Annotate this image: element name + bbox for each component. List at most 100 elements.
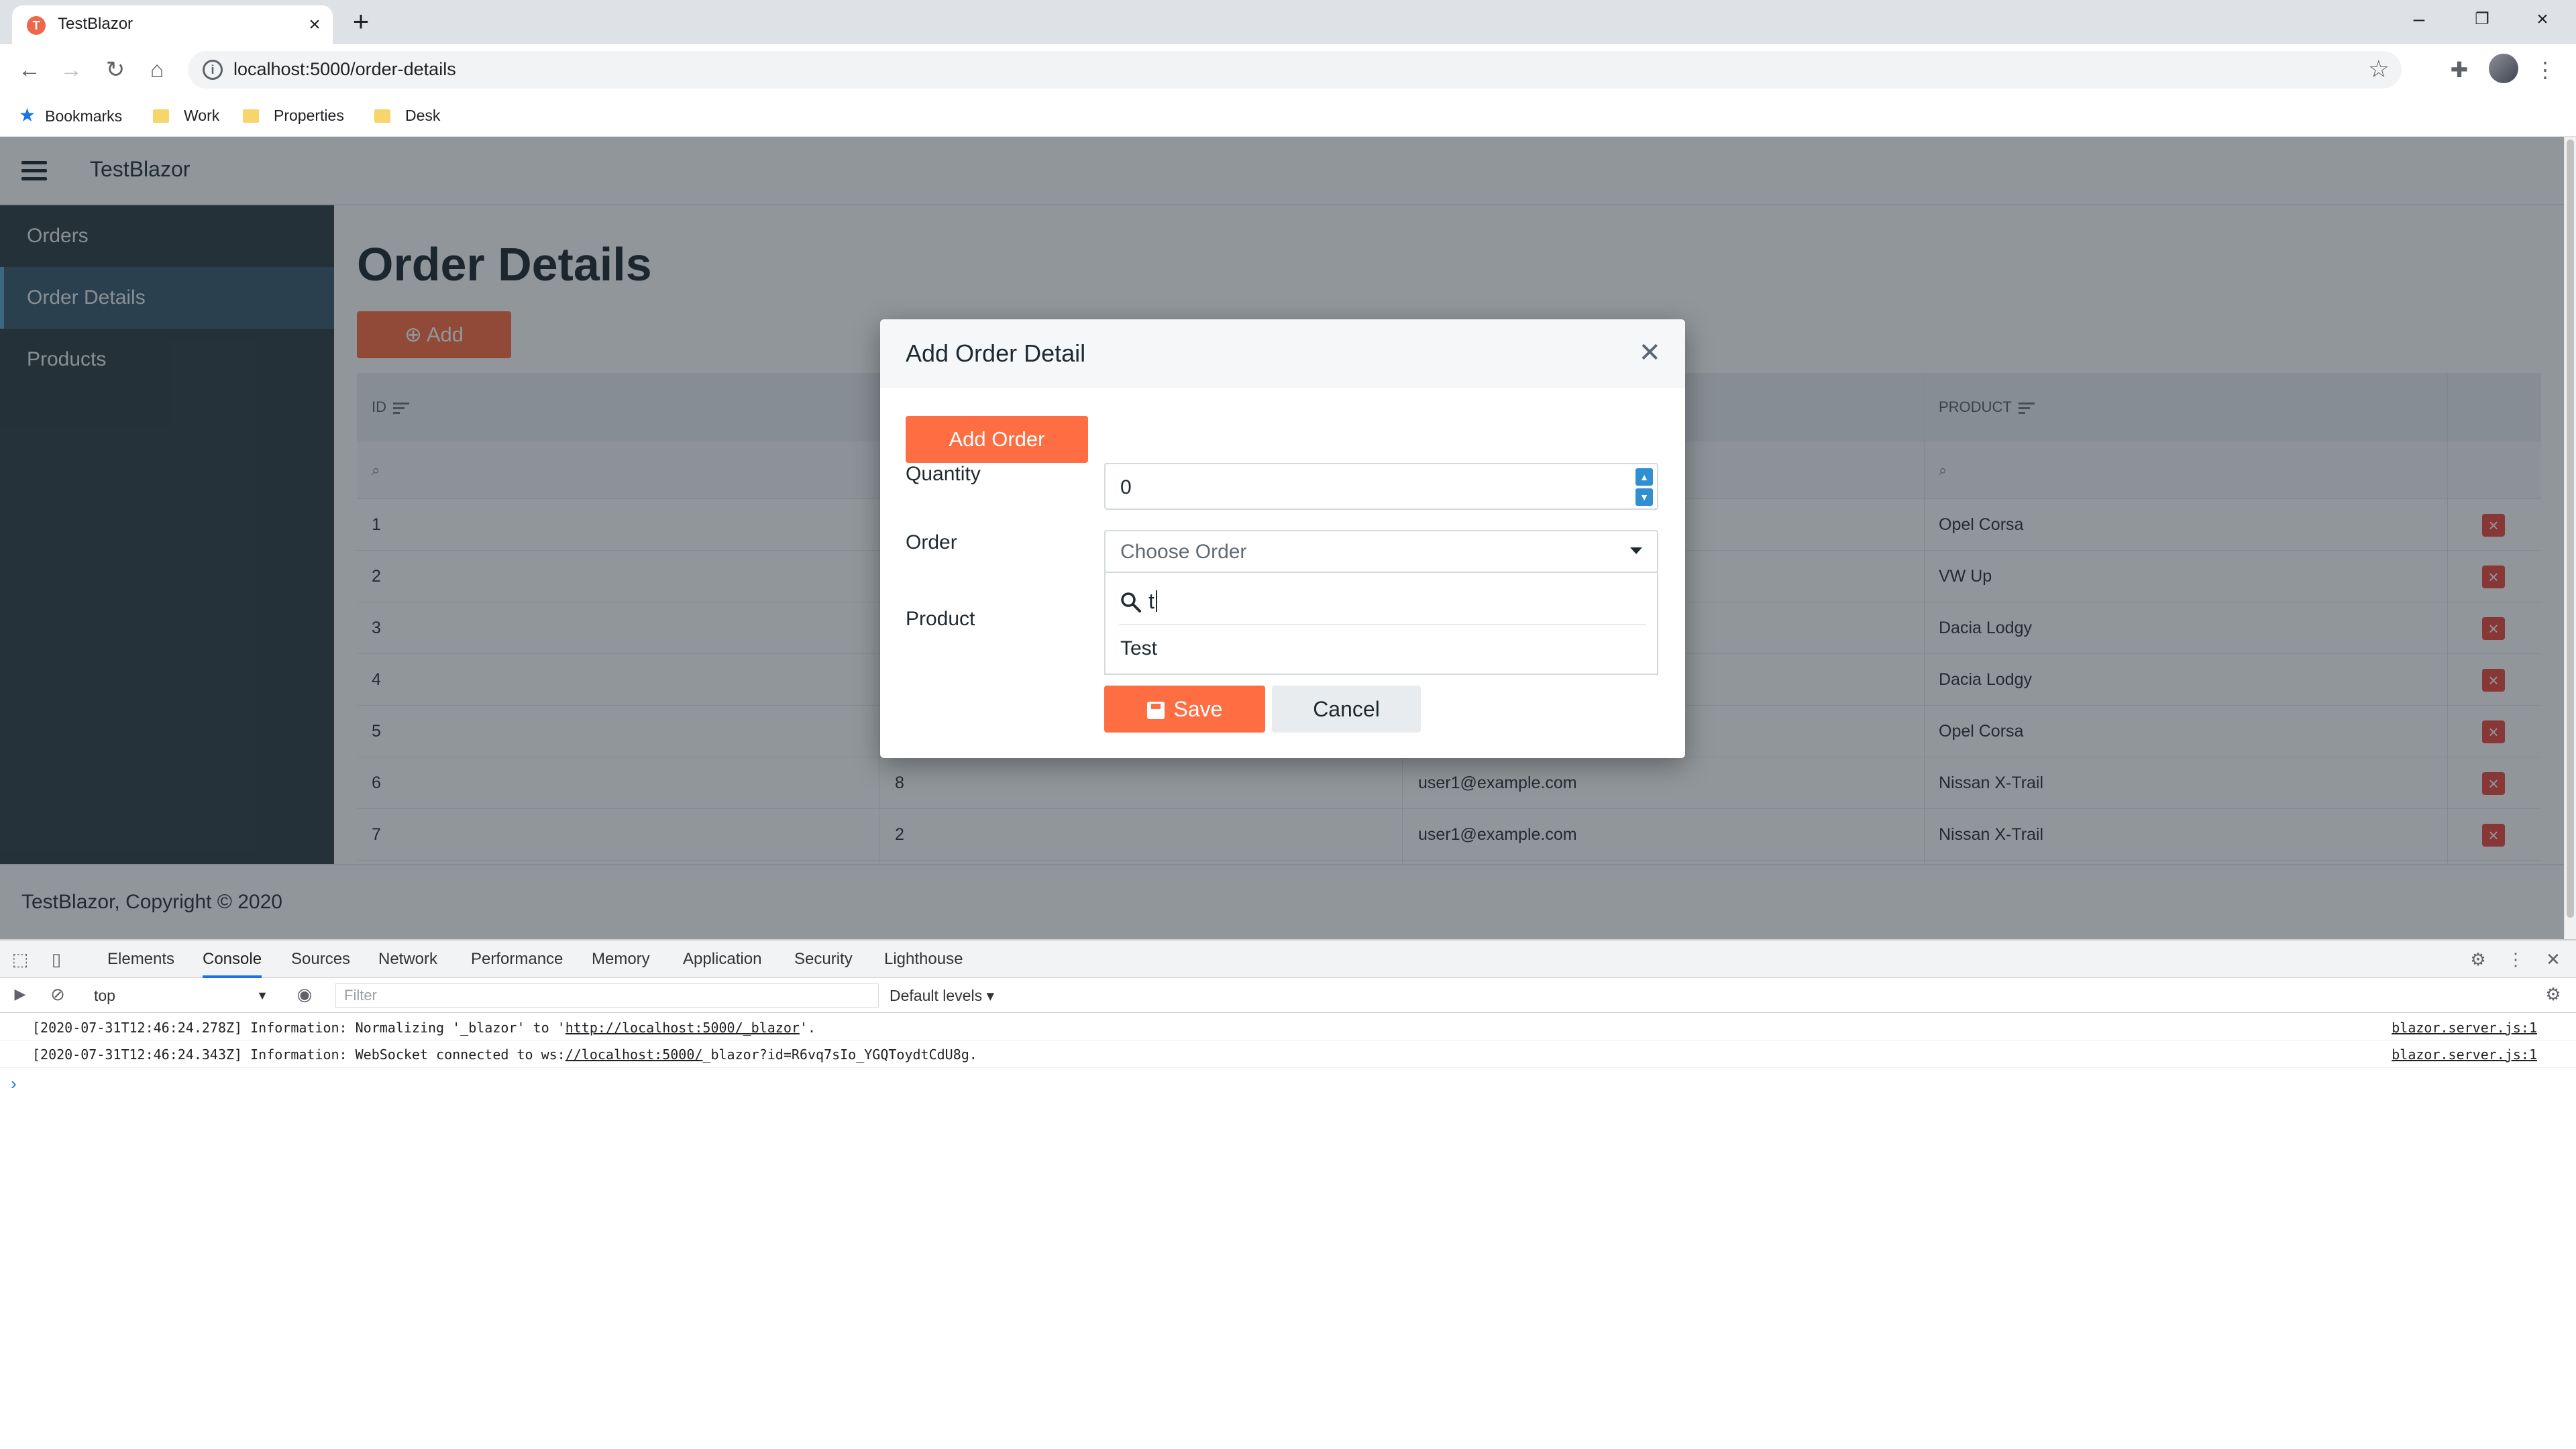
- add-order-detail-dialog: Add Order Detail ✕ Add Order Quantity 0 …: [880, 319, 1685, 758]
- plus-icon[interactable]: +: [345, 7, 377, 38]
- page-scrollbar[interactable]: [2564, 137, 2576, 939]
- save-button[interactable]: Save: [1104, 686, 1265, 733]
- dropdown-option[interactable]: Test: [1120, 637, 1157, 660]
- console-message: [2020-07-31T12:46:24.278Z] Information: …: [0, 1014, 2576, 1041]
- console-source-link[interactable]: blazor.server.js:1: [2392, 1014, 2537, 1041]
- dialog-header: Add Order Detail ✕: [880, 319, 1685, 388]
- quantity-label: Quantity: [906, 463, 981, 485]
- window-close-icon[interactable]: ×: [2522, 3, 2563, 36]
- close-icon[interactable]: ✕: [2542, 949, 2564, 970]
- tab-strip: T TestBlazor × + – ❐ ×: [0, 0, 2576, 44]
- home-icon[interactable]: ⌂: [140, 52, 174, 87]
- block-icon[interactable]: ⊘: [47, 983, 68, 1005]
- quantity-stepper[interactable]: 0 ▲ ▼: [1104, 463, 1658, 510]
- tab-performance[interactable]: Performance: [471, 941, 563, 978]
- dropdown-search-value: t: [1148, 589, 1155, 613]
- menu-icon[interactable]: ⋮: [2528, 52, 2563, 87]
- product-label: Product: [906, 608, 975, 630]
- text-cursor: [1155, 590, 1157, 612]
- devtools-tabs: ⬚ ▯ Elements Console Sources Network Perform…: [0, 941, 2576, 978]
- reload-icon[interactable]: ↻: [98, 52, 133, 87]
- star-icon: ★: [19, 105, 36, 125]
- console-text: [2020-07-31T12:46:24.278Z] Information: …: [32, 1020, 566, 1036]
- restore-icon[interactable]: ❐: [2462, 3, 2502, 36]
- console-text: _blazor?id=R6vq7sIo_YGQToydtCdU8g.: [702, 1046, 977, 1063]
- console-message: [2020-07-31T12:46:24.343Z] Information: …: [0, 1041, 2576, 1068]
- console-text: '.: [799, 1020, 816, 1036]
- sidebar-toggle-icon[interactable]: ▶: [9, 983, 31, 1005]
- address-bar[interactable]: i localhost:5000/order-details ☆: [188, 51, 2402, 89]
- quantity-value: 0: [1120, 476, 1132, 498]
- gear-icon[interactable]: ⚙: [2542, 983, 2564, 1005]
- order-dropdown-placeholder: Choose Order: [1120, 541, 1247, 563]
- console-message-text: [2020-07-31T12:46:24.343Z] Information: …: [32, 1041, 977, 1068]
- tab-application[interactable]: Application: [683, 941, 761, 978]
- device-icon[interactable]: ▯: [46, 949, 67, 970]
- bookmark-bookmarks[interactable]: ★ Bookmarks: [19, 102, 122, 129]
- folder-icon: [153, 109, 169, 123]
- order-dropdown[interactable]: Choose Order: [1104, 530, 1658, 573]
- close-icon[interactable]: ×: [303, 13, 326, 36]
- chevron-down-icon[interactable]: [1630, 547, 1642, 554]
- console-source-link[interactable]: blazor.server.js:1: [2392, 1041, 2537, 1068]
- gear-icon[interactable]: ⚙: [2467, 949, 2489, 970]
- log-levels-select[interactable]: Default levels ▾: [890, 983, 994, 1008]
- forward-icon[interactable]: →: [54, 52, 89, 87]
- bookmarks-bar: ★ Bookmarks Work Properties Desk: [0, 95, 2576, 137]
- tab-console[interactable]: Console: [203, 941, 262, 978]
- add-order-button[interactable]: Add Order: [906, 416, 1088, 463]
- app-viewport: TestBlazor Orders Order Details Products…: [0, 137, 2564, 939]
- bookmark-label: Properties: [274, 107, 344, 124]
- browser-toolbar: ← → ↻ ⌂ i localhost:5000/order-details ☆…: [0, 44, 2576, 95]
- close-icon[interactable]: ✕: [1638, 338, 1661, 368]
- spin-down-icon[interactable]: ▼: [1635, 488, 1653, 506]
- bookmark-properties[interactable]: Properties: [243, 102, 344, 129]
- menu-icon[interactable]: ⋮: [2505, 949, 2526, 970]
- tab-security[interactable]: Security: [794, 941, 853, 978]
- cancel-button[interactable]: Cancel: [1272, 686, 1421, 733]
- dialog-body: Add Order Quantity 0 ▲ ▼ Order Choose Or…: [880, 388, 1685, 758]
- inspect-icon[interactable]: ⬚: [9, 949, 31, 970]
- avatar[interactable]: [2489, 54, 2518, 83]
- star-icon[interactable]: ☆: [2368, 55, 2390, 83]
- console-prompt[interactable]: ›: [11, 1073, 17, 1094]
- context-value: top: [94, 987, 115, 1004]
- search-icon: [1121, 592, 1141, 612]
- folder-icon: [374, 109, 390, 123]
- address-url[interactable]: localhost:5000/order-details: [233, 59, 456, 80]
- info-icon[interactable]: i: [203, 60, 223, 80]
- console-link[interactable]: http://localhost:5000/_blazor: [566, 1020, 800, 1036]
- browser-tab[interactable]: T TestBlazor ×: [12, 5, 333, 44]
- bookmark-label: Work: [184, 107, 220, 124]
- extensions-icon[interactable]: ✚: [2442, 52, 2477, 87]
- console-toolbar: ▶ ⊘ top ▼ ◉ Filter Default levels ▾ ⚙: [0, 978, 2576, 1013]
- dropdown-search-input[interactable]: t: [1119, 578, 1646, 625]
- save-icon: [1146, 702, 1165, 719]
- scrollbar-thumb[interactable]: [2567, 140, 2574, 918]
- console-filter-input[interactable]: Filter: [335, 983, 879, 1008]
- bookmark-label: Desk: [405, 107, 441, 124]
- console-text: [2020-07-31T12:46:24.343Z] Information: …: [32, 1046, 566, 1063]
- tab-title: TestBlazor: [58, 15, 133, 33]
- folder-icon: [243, 109, 259, 123]
- dialog-title: Add Order Detail: [906, 339, 1086, 367]
- context-select[interactable]: top ▼: [94, 983, 271, 1008]
- favicon-icon: T: [27, 16, 46, 35]
- bookmark-desk[interactable]: Desk: [374, 102, 440, 129]
- order-dropdown-popup: t Test: [1104, 573, 1658, 675]
- tab-elements[interactable]: Elements: [107, 941, 174, 978]
- dropdown-search-text: t: [1148, 589, 1157, 614]
- chevron-down-icon: ▼: [256, 989, 268, 1002]
- spin-up-icon[interactable]: ▲: [1635, 468, 1653, 486]
- tab-memory[interactable]: Memory: [592, 941, 650, 978]
- bookmark-work[interactable]: Work: [153, 102, 219, 129]
- minimize-icon[interactable]: –: [2399, 3, 2439, 36]
- devtools-panel: ⬚ ▯ Elements Console Sources Network Perform…: [0, 939, 2576, 1449]
- order-label: Order: [906, 531, 957, 553]
- eye-icon[interactable]: ◉: [294, 983, 315, 1005]
- tab-sources[interactable]: Sources: [291, 941, 350, 978]
- tab-lighthouse[interactable]: Lighthouse: [884, 941, 963, 978]
- back-icon[interactable]: ←: [12, 52, 47, 87]
- tab-network[interactable]: Network: [378, 941, 437, 978]
- console-link[interactable]: //localhost:5000/: [566, 1046, 703, 1063]
